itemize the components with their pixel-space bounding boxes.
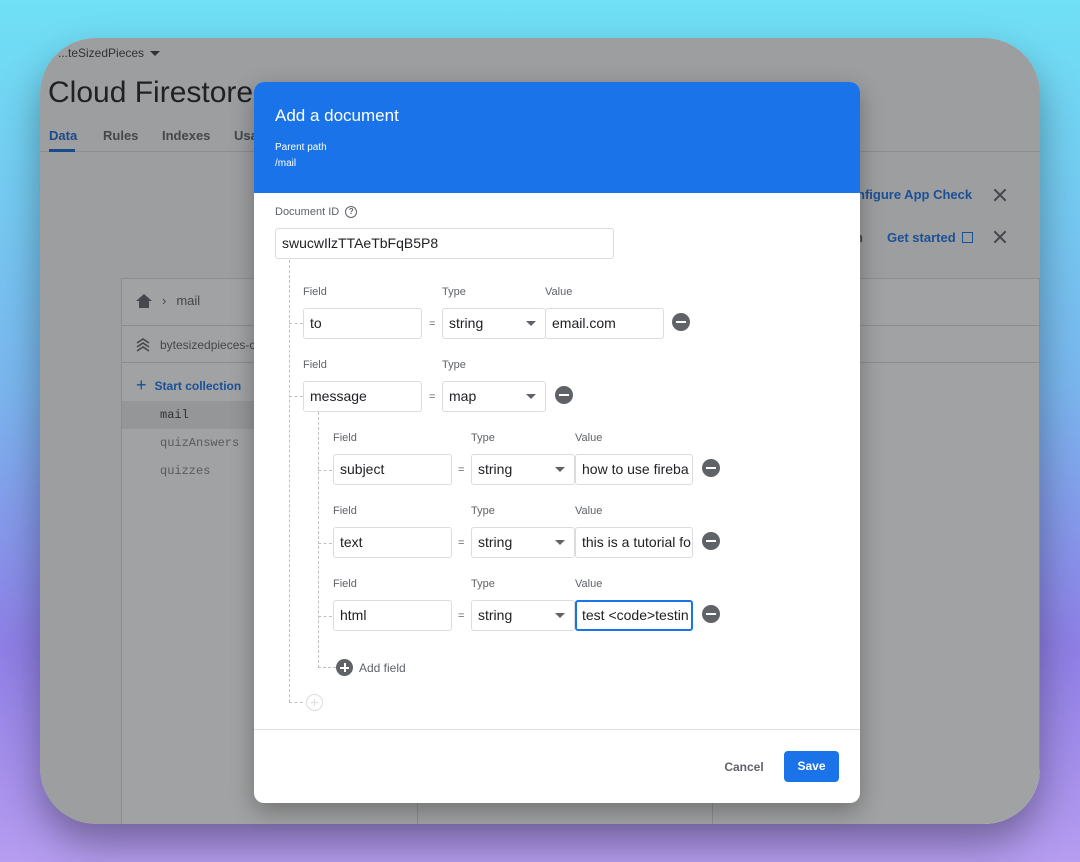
document-id-input[interactable]: swucwIlzTTAeTbFqB5P8 [275,228,614,259]
value-label: Value [575,578,603,590]
type-select-value: string [478,461,513,477]
value-label: Value [575,432,603,444]
field-value-input[interactable]: this is a tutorial fo [575,527,693,558]
field-value-input[interactable]: email.com [545,308,664,339]
type-label: Type [471,432,495,444]
equals-sign: = [429,318,436,330]
tree-line [289,702,303,703]
type-select-value: map [449,388,477,404]
field-label: Field [333,578,357,590]
dialog-footer: Cancel Save [254,729,860,803]
type-select-value: string [478,607,513,623]
field-value-input[interactable]: test <code>testin [575,600,693,631]
type-label: Type [471,578,495,590]
type-select-value: string [478,534,513,550]
equals-sign: = [458,610,465,622]
field-label: Field [333,505,357,517]
dropdown-arrow-icon [526,321,536,326]
type-select-value: string [449,315,484,331]
tree-line [318,616,332,617]
cancel-button[interactable]: Cancel [714,752,774,782]
type-select[interactable]: string [471,454,575,485]
field-label: Field [303,286,327,298]
remove-field-icon[interactable] [702,532,720,550]
type-select[interactable]: string [471,600,575,631]
dropdown-arrow-icon [555,613,565,618]
add-field-label: Add field [359,660,406,675]
add-root-field-icon[interactable] [306,694,323,711]
type-select[interactable]: string [471,527,575,558]
parent-path-label: Parent path [275,142,327,153]
save-button[interactable]: Save [784,751,839,782]
value-label: Value [545,286,573,298]
parent-path-value: /mail [275,158,297,169]
type-label: Type [442,286,466,298]
field-name-input[interactable]: subject [333,454,452,485]
dialog-header: Add a document Parent path /mail [254,82,860,193]
field-name-input[interactable]: text [333,527,452,558]
document-id-label: Document ID? [275,206,358,218]
document-id-label-text: Document ID [275,206,340,218]
dropdown-arrow-icon [526,394,536,399]
tree-line [289,323,303,324]
field-label: Field [333,432,357,444]
field-name-input[interactable]: message [303,381,422,412]
remove-field-icon[interactable] [702,459,720,477]
tree-line [318,412,319,668]
remove-field-icon[interactable] [672,313,690,331]
remove-field-icon[interactable] [702,605,720,623]
tree-line [318,667,336,668]
equals-sign: = [458,537,465,549]
field-name-input[interactable]: html [333,600,452,631]
dialog-title: Add a document [275,106,399,125]
add-document-dialog: Add a document Parent path /mail Documen… [254,82,860,803]
type-label: Type [471,505,495,517]
equals-sign: = [458,464,465,476]
type-label: Type [442,359,466,371]
field-name-input[interactable]: to [303,308,422,339]
remove-field-icon[interactable] [555,386,573,404]
add-circle-icon [336,659,353,676]
type-select[interactable]: string [442,308,546,339]
dropdown-arrow-icon [555,540,565,545]
value-label: Value [575,505,603,517]
tree-line [318,470,332,471]
tree-line [318,543,332,544]
add-field-button[interactable]: Add field [336,659,406,676]
type-select[interactable]: map [442,381,546,412]
tree-line [289,260,290,702]
help-icon[interactable]: ? [345,206,358,218]
field-value-input[interactable]: how to use fireba [575,454,693,485]
tree-line [289,396,303,397]
field-label: Field [303,359,327,371]
equals-sign: = [429,391,436,403]
dropdown-arrow-icon [555,467,565,472]
